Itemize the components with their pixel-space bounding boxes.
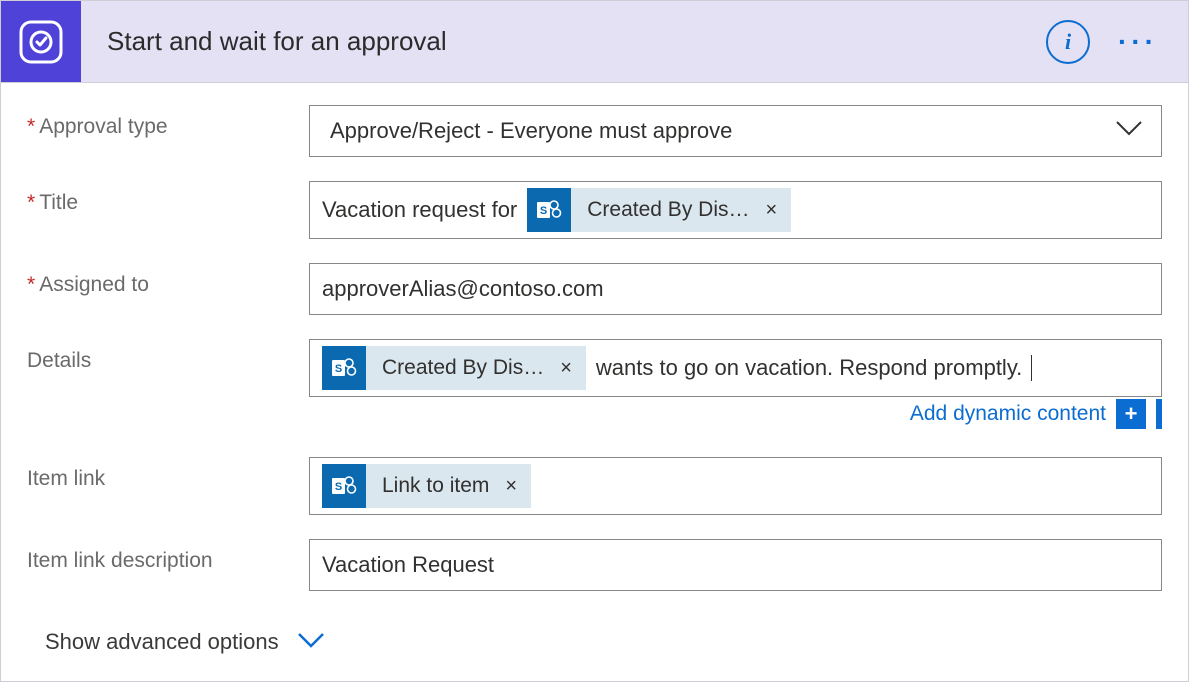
row-approval-type: * Approval type Approve/Reject - Everyon… bbox=[27, 105, 1162, 157]
token-link-to-item[interactable]: S Link to item × bbox=[322, 464, 531, 508]
token-remove-button[interactable]: × bbox=[503, 475, 531, 498]
title-pre-text: Vacation request for bbox=[320, 193, 519, 227]
show-advanced-label: Show advanced options bbox=[45, 629, 279, 655]
row-assigned-to: * Assigned to approverAlias@contoso.com bbox=[27, 263, 1162, 315]
required-marker: * bbox=[27, 191, 35, 215]
label-item-link-desc: Item link description bbox=[27, 539, 309, 573]
card-body: * Approval type Approve/Reject - Everyon… bbox=[1, 83, 1188, 681]
add-dynamic-content-link[interactable]: Add dynamic content bbox=[910, 402, 1106, 426]
assigned-to-value: approverAlias@contoso.com bbox=[320, 272, 606, 306]
row-details: Details S Created By Dis… × wants bbox=[27, 339, 1162, 397]
token-created-by-display[interactable]: S Created By Dis… × bbox=[527, 188, 791, 232]
approval-action-icon bbox=[1, 1, 81, 82]
details-post-text: wants to go on vacation. Respond promptl… bbox=[594, 351, 1024, 385]
token-remove-button[interactable]: × bbox=[558, 357, 586, 380]
item-link-input[interactable]: S Link to item × bbox=[309, 457, 1162, 515]
sharepoint-icon: S bbox=[322, 346, 366, 390]
card-header: Start and wait for an approval i ··· bbox=[1, 1, 1188, 83]
title-input[interactable]: Vacation request for S Created By Dis… × bbox=[309, 181, 1162, 239]
card-title: Start and wait for an approval bbox=[107, 26, 1046, 57]
add-dynamic-content-plus-button[interactable]: + bbox=[1116, 399, 1146, 429]
row-title: * Title Vacation request for S Created B… bbox=[27, 181, 1162, 239]
label-text: Title bbox=[39, 191, 78, 215]
label-text: Assigned to bbox=[39, 273, 149, 297]
token-label: Created By Dis… bbox=[366, 356, 558, 380]
row-item-link: Item link S Link to item × bbox=[27, 457, 1162, 515]
more-actions-button[interactable]: ··· bbox=[1118, 26, 1158, 58]
chevron-down-icon bbox=[297, 629, 325, 655]
show-advanced-options-toggle[interactable]: Show advanced options bbox=[45, 629, 325, 655]
approval-type-select[interactable]: Approve/Reject - Everyone must approve bbox=[309, 105, 1162, 157]
required-marker: * bbox=[27, 273, 35, 297]
text-caret bbox=[1031, 355, 1032, 381]
info-button[interactable]: i bbox=[1046, 20, 1090, 64]
assigned-to-input[interactable]: approverAlias@contoso.com bbox=[309, 263, 1162, 315]
label-text: Approval type bbox=[39, 115, 167, 139]
svg-text:S: S bbox=[540, 205, 547, 217]
approval-action-card: Start and wait for an approval i ··· * A… bbox=[0, 0, 1189, 682]
sharepoint-icon: S bbox=[527, 188, 571, 232]
svg-text:S: S bbox=[335, 363, 342, 375]
add-dynamic-content-side-bar bbox=[1156, 399, 1162, 429]
token-remove-button[interactable]: × bbox=[763, 199, 791, 222]
label-details: Details bbox=[27, 339, 309, 373]
label-assigned-to: * Assigned to bbox=[27, 263, 309, 297]
item-link-desc-value: Vacation Request bbox=[320, 548, 496, 582]
details-input[interactable]: S Created By Dis… × wants to go on vacat… bbox=[309, 339, 1162, 397]
row-item-link-desc: Item link description Vacation Request bbox=[27, 539, 1162, 591]
required-marker: * bbox=[27, 115, 35, 139]
approval-type-value: Approve/Reject - Everyone must approve bbox=[328, 114, 734, 148]
label-title: * Title bbox=[27, 181, 309, 215]
item-link-desc-input[interactable]: Vacation Request bbox=[309, 539, 1162, 591]
svg-text:S: S bbox=[335, 481, 342, 493]
label-text: Item link bbox=[27, 467, 105, 491]
chevron-down-icon bbox=[1115, 119, 1143, 143]
token-label: Link to item bbox=[366, 474, 503, 498]
sharepoint-icon: S bbox=[322, 464, 366, 508]
label-text: Details bbox=[27, 349, 91, 373]
label-item-link: Item link bbox=[27, 457, 309, 491]
label-approval-type: * Approval type bbox=[27, 105, 309, 139]
label-text: Item link description bbox=[27, 549, 213, 573]
token-label: Created By Dis… bbox=[571, 198, 763, 222]
token-created-by-display[interactable]: S Created By Dis… × bbox=[322, 346, 586, 390]
add-dynamic-content-row: Add dynamic content + bbox=[309, 399, 1162, 429]
